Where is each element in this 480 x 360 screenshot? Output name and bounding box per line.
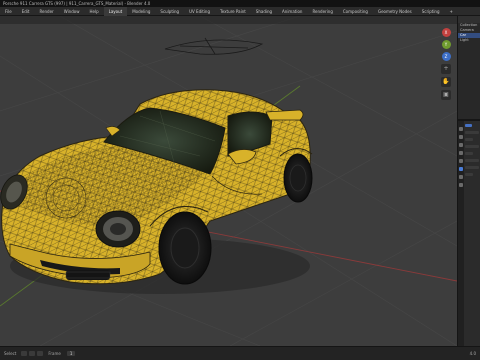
property-field[interactable] bbox=[465, 152, 474, 155]
workspace-tab-scripting[interactable]: Scripting bbox=[417, 7, 445, 16]
outliner-row[interactable]: Light bbox=[458, 38, 480, 43]
scene-tab-icon[interactable] bbox=[459, 151, 463, 155]
workspace-tab-texture-paint[interactable]: Texture Paint bbox=[215, 7, 251, 16]
navigation-gizmo: X Y Z + ✋ ▣ bbox=[438, 28, 454, 100]
menu-render[interactable]: Render bbox=[34, 7, 58, 16]
x-axis-ball-icon[interactable]: X bbox=[441, 28, 451, 37]
outliner-panel: Collection Camera Car Light bbox=[457, 16, 480, 119]
property-field[interactable] bbox=[465, 173, 474, 176]
properties-panel bbox=[457, 119, 480, 346]
world-tab-icon[interactable] bbox=[459, 159, 463, 163]
viewport-canvas bbox=[0, 16, 457, 346]
play-back-button[interactable] bbox=[21, 351, 28, 356]
play-button[interactable] bbox=[29, 351, 36, 356]
render-tab-icon[interactable] bbox=[459, 135, 463, 139]
workspace-tab-shading[interactable]: Shading bbox=[251, 7, 277, 16]
workspace-tab-uv-editing[interactable]: UV Editing bbox=[184, 7, 215, 16]
y-axis-ball-icon[interactable]: Y bbox=[441, 40, 451, 49]
property-field[interactable] bbox=[465, 138, 474, 141]
workspace-tab-sculpting[interactable]: Sculpting bbox=[155, 7, 184, 16]
status-bar: Select Frame 1 4.0 bbox=[0, 346, 480, 360]
property-field[interactable] bbox=[465, 124, 472, 127]
camera-gizmo bbox=[164, 37, 264, 55]
modifier-tab-icon[interactable] bbox=[459, 175, 463, 179]
property-field[interactable] bbox=[465, 145, 479, 148]
version-label: 4.0 bbox=[469, 351, 476, 356]
tool-label: Select bbox=[4, 351, 17, 356]
menu-edit[interactable]: Edit bbox=[17, 7, 35, 16]
z-axis-ball-icon[interactable]: Z bbox=[441, 52, 451, 61]
property-field[interactable] bbox=[465, 166, 479, 169]
add-workspace-button[interactable]: + bbox=[445, 7, 458, 16]
blender-window: Porsche 911 Carrera GTS (997) | 911_Carr… bbox=[0, 0, 480, 360]
viewport-header bbox=[0, 16, 457, 24]
workspace-tab-compositing[interactable]: Compositing bbox=[338, 7, 373, 16]
frame-field[interactable]: 1 bbox=[66, 351, 76, 356]
workspace-tab-animation[interactable]: Animation bbox=[277, 7, 307, 16]
workspace-tab-layout[interactable]: Layout bbox=[103, 6, 128, 16]
hand-icon[interactable]: ✋ bbox=[441, 77, 451, 87]
properties-body bbox=[464, 121, 480, 346]
menu-bar: File Edit Render Window Help Layout Mode… bbox=[0, 6, 480, 16]
workspace-tab-modeling[interactable]: Modeling bbox=[127, 7, 155, 16]
property-field[interactable] bbox=[465, 159, 479, 162]
frame-label: Frame bbox=[48, 351, 61, 356]
camera-icon[interactable]: ▣ bbox=[441, 90, 451, 100]
object-tab-icon[interactable] bbox=[459, 167, 463, 171]
tool-tab-icon[interactable] bbox=[459, 127, 463, 131]
outliner-header bbox=[458, 16, 480, 23]
zoom-icon[interactable]: + bbox=[441, 64, 451, 74]
material-tab-icon[interactable] bbox=[459, 183, 463, 187]
menu-window[interactable]: Window bbox=[59, 7, 85, 16]
menu-help[interactable]: Help bbox=[84, 7, 103, 16]
workspace-tab-geometry-nodes[interactable]: Geometry Nodes bbox=[373, 7, 417, 16]
3d-viewport[interactable]: X Y Z + ✋ ▣ bbox=[0, 16, 457, 346]
play-forward-button[interactable] bbox=[37, 351, 44, 356]
menu-file[interactable]: File bbox=[0, 7, 17, 16]
workspace-tab-rendering[interactable]: Rendering bbox=[307, 7, 337, 16]
property-field[interactable] bbox=[465, 131, 479, 134]
output-tab-icon[interactable] bbox=[459, 143, 463, 147]
